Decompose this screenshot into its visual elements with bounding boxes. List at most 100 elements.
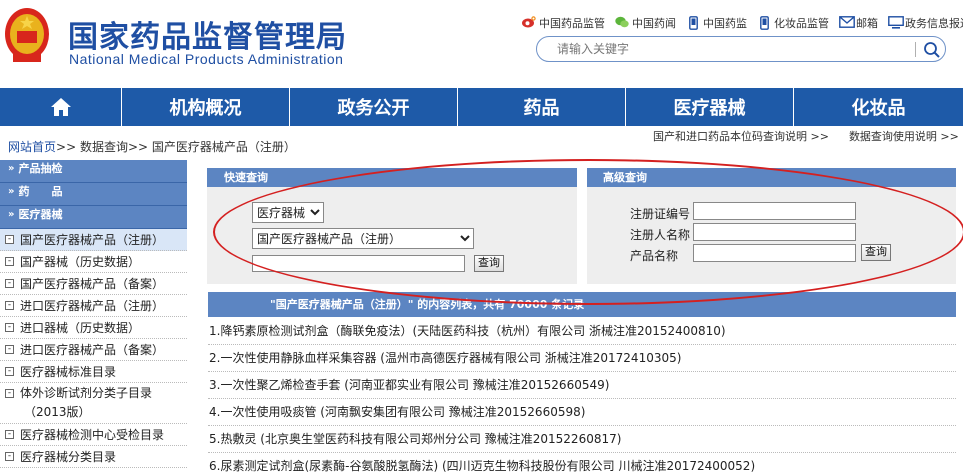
- reg-number-input[interactable]: [693, 202, 856, 220]
- top-link-wechat[interactable]: 中国药闻: [615, 15, 676, 31]
- top-link-mail[interactable]: 邮箱: [839, 15, 878, 31]
- mobile-icon: [686, 16, 700, 30]
- sidebar-item-import-registered[interactable]: - 进口医疗器械产品（注册）: [0, 295, 187, 317]
- top-link-label: 中国药品监管: [539, 17, 605, 30]
- advanced-query-button[interactable]: 查询: [861, 244, 891, 261]
- breadcrumb-sep: >>: [127, 140, 149, 154]
- sidebar-item-label: 医疗器械标准目录: [20, 365, 117, 379]
- list-item[interactable]: 6.尿素测定试剂盒(尿素酶-谷氨酸脱氢酶法) (四川迈克生物科技股份有限公司 川…: [208, 453, 956, 476]
- chevron-icon: »: [8, 209, 15, 220]
- sidebar-item-label: 医疗器械检测中心受检目录: [20, 428, 165, 442]
- registrant-input[interactable]: [693, 223, 856, 241]
- breadcrumb-current: 国产医疗器械产品（注册）: [151, 140, 296, 154]
- nav-item-devices[interactable]: 医疗器械: [626, 88, 794, 126]
- sidebar-item-label: 国产医疗器械产品（注册）: [20, 233, 165, 247]
- monitor-icon: [888, 16, 904, 30]
- sidebar-category-sampling[interactable]: » 产品抽检: [0, 160, 187, 183]
- list-item[interactable]: 3.一次性聚乙烯检查手套 (河南亚都实业有限公司 豫械注准20152660549…: [208, 372, 956, 399]
- search-divider: [915, 42, 916, 57]
- top-link-mobile-1[interactable]: 中国药监: [686, 15, 747, 31]
- results-header: "国产医疗器械产品（注册）" 的内容列表，共有 70000 条记录: [208, 292, 956, 317]
- nav-item-government[interactable]: 政务公开: [290, 88, 458, 126]
- advanced-query-title: 高级查询: [587, 168, 956, 187]
- sidebar-item-ivd-catalog[interactable]: - 体外诊断试剂分类子目录 （2013版）: [0, 383, 187, 424]
- weibo-icon: [522, 16, 536, 30]
- sidebar-item-domestic-registered[interactable]: - 国产医疗器械产品（注册）: [0, 229, 187, 251]
- search-box: [536, 36, 946, 62]
- collapse-box-icon: -: [5, 301, 14, 310]
- help-link-usage[interactable]: 数据查询使用说明 >>: [849, 128, 959, 144]
- top-link-label: 邮箱: [856, 17, 878, 30]
- sidebar-item-label: 医疗器械分类目录: [20, 450, 117, 464]
- site-title-en: National Medical Products Administration: [69, 51, 344, 67]
- top-link-mobile-2[interactable]: 化妆品监管: [757, 15, 829, 31]
- sidebar-item-domestic-history[interactable]: - 国产器械（历史数据）: [0, 251, 187, 273]
- nav-item-about[interactable]: 机构概况: [122, 88, 290, 126]
- list-item[interactable]: 2.一次性使用静脉血样采集容器 (温州市高德医疗器械有限公司 浙械注准20172…: [208, 345, 956, 372]
- breadcrumb-sep: >>: [56, 140, 77, 154]
- help-links: 国产和进口药品本位码查询说明 >> 数据查询使用说明 >>: [653, 128, 959, 144]
- collapse-box-icon: -: [5, 389, 14, 398]
- database-select[interactable]: 国产医疗器械产品（注册）: [252, 228, 474, 249]
- sidebar-item-label: 国产器械（历史数据）: [20, 255, 141, 269]
- top-links: 中国药品监管 中国药闻 中国药监 化妆品监管 邮箱 政务信息报: [522, 15, 963, 31]
- quick-query-title: 快速查询: [207, 168, 577, 187]
- sidebar-category-label: 医疗器械: [18, 208, 63, 221]
- top-link-report[interactable]: 政务信息报送: [888, 15, 963, 31]
- quick-query-input[interactable]: [252, 255, 465, 272]
- top-link-label: 中国药监: [703, 17, 747, 30]
- wechat-icon: [615, 16, 629, 30]
- sidebar-item-label: 进口医疗器械产品（备案）: [20, 343, 165, 357]
- sidebar-item-label: 体外诊断试剂分类子目录: [20, 386, 153, 400]
- breadcrumb-level2[interactable]: 数据查询: [80, 140, 128, 154]
- site-title-cn: 国家药品监督管理局: [68, 20, 347, 55]
- search-input[interactable]: [557, 41, 897, 57]
- registrant-label: 注册人名称: [630, 228, 691, 242]
- product-name-input[interactable]: [693, 244, 856, 262]
- sidebar: » 产品抽检 » 药 品 » 医疗器械 - 国产医疗器械产品（注册） - 国产器械（历史数…: [0, 160, 187, 476]
- search-icon[interactable]: [923, 41, 941, 59]
- site-header: 国家药品监督管理局 National Medical Products Admi…: [0, 0, 963, 88]
- collapse-box-icon: -: [5, 323, 14, 332]
- collapse-box-icon: -: [5, 279, 14, 288]
- reg-number-label: 注册证编号: [630, 207, 691, 221]
- help-link-drug-code[interactable]: 国产和进口药品本位码查询说明 >>: [653, 128, 829, 144]
- list-item[interactable]: 1.降钙素原检测试剂盒（酶联免疫法）(天陆医药科技（杭州）有限公司 浙械注准20…: [208, 318, 956, 345]
- sidebar-category-devices[interactable]: » 医疗器械: [0, 206, 187, 229]
- main-nav: 机构概况 政务公开 药品 医疗器械 化妆品: [0, 88, 963, 126]
- breadcrumb-home[interactable]: 网站首页: [8, 140, 56, 154]
- collapse-box-icon: -: [5, 257, 14, 266]
- sidebar-item-testing-center[interactable]: - 医疗器械检测中心受检目录: [0, 424, 187, 446]
- chevron-icon: »: [8, 186, 15, 197]
- results-list: 1.降钙素原检测试剂盒（酶联免疫法）(天陆医药科技（杭州）有限公司 浙械注准20…: [208, 318, 956, 476]
- sidebar-item-domestic-filed[interactable]: - 国产医疗器械产品（备案）: [0, 273, 187, 295]
- sidebar-category-label: 药 品: [18, 185, 63, 198]
- collapse-box-icon: -: [5, 452, 14, 461]
- category-select[interactable]: 医疗器械: [252, 202, 324, 223]
- mail-icon: [839, 16, 855, 30]
- national-emblem-icon: [5, 8, 49, 62]
- collapse-box-icon: -: [5, 367, 14, 376]
- quick-query-button[interactable]: 查询: [474, 255, 504, 272]
- collapse-box-icon: -: [5, 235, 14, 244]
- sidebar-item-import-filed[interactable]: - 进口医疗器械产品（备案）: [0, 339, 187, 361]
- breadcrumb: 网站首页>> 数据查询>> 国产医疗器械产品（注册）: [8, 138, 296, 155]
- list-item[interactable]: 4.一次性使用吸痰管 (河南飘安集团有限公司 豫械注准20152660598): [208, 399, 956, 426]
- top-link-weibo[interactable]: 中国药品监管: [522, 15, 605, 31]
- home-icon: [50, 98, 71, 116]
- sidebar-item-label-line2: （2013版）: [24, 405, 91, 419]
- sidebar-category-label: 产品抽检: [18, 162, 63, 175]
- top-link-label: 中国药闻: [632, 17, 676, 30]
- sidebar-category-drugs[interactable]: » 药 品: [0, 183, 187, 206]
- sidebar-item-label: 国产医疗器械产品（备案）: [20, 277, 165, 291]
- nav-item-cosmetics[interactable]: 化妆品: [794, 88, 963, 126]
- nav-home[interactable]: [0, 88, 122, 126]
- nav-item-drugs[interactable]: 药品: [458, 88, 626, 126]
- sidebar-item-import-history[interactable]: - 进口器械（历史数据）: [0, 317, 187, 339]
- top-link-label: 化妆品监管: [774, 17, 829, 30]
- sidebar-item-standards[interactable]: - 医疗器械标准目录: [0, 361, 187, 383]
- sidebar-item-classification[interactable]: - 医疗器械分类目录: [0, 446, 187, 468]
- top-link-label: 政务信息报送: [905, 17, 963, 30]
- list-item[interactable]: 5.热敷灵 (北京奥生堂医药科技有限公司郑州分公司 豫械注准2015226081…: [208, 426, 956, 453]
- collapse-box-icon: -: [5, 345, 14, 354]
